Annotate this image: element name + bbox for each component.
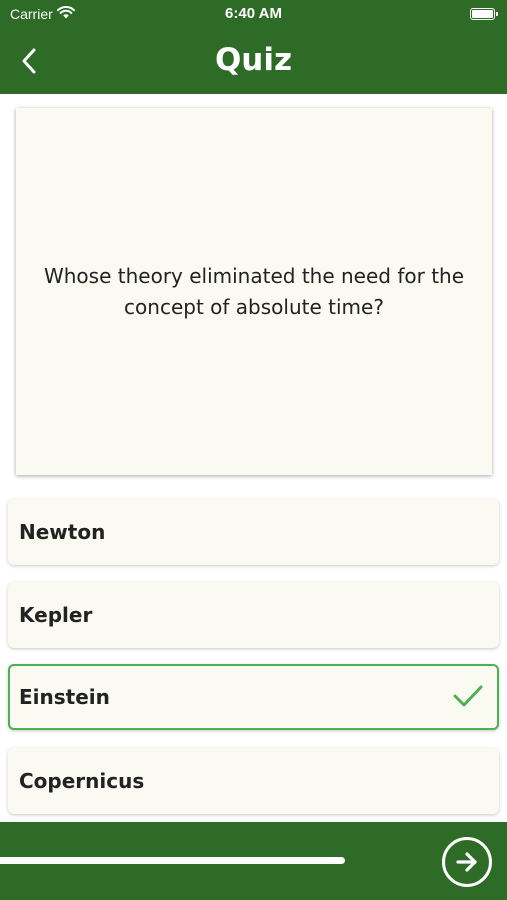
question-text: Whose theory eliminated the need for the… xyxy=(43,263,465,319)
page-title: Quiz xyxy=(214,42,293,78)
checkmark-icon xyxy=(453,684,483,712)
answer-option-label: Newton xyxy=(19,520,106,544)
status-time: 6:40 AM xyxy=(225,5,282,22)
answer-option-einstein[interactable]: Einstein xyxy=(8,664,499,730)
answer-option-label: Kepler xyxy=(19,603,93,627)
quiz-progress-bar xyxy=(0,857,345,864)
navigation-bar: Quiz xyxy=(0,28,507,94)
question-card: Whose theory eliminated the need for the… xyxy=(16,108,492,475)
battery-icon xyxy=(470,8,498,20)
arrow-right-icon xyxy=(456,852,477,872)
next-button[interactable] xyxy=(442,837,492,887)
status-bar: Carrier 6:40 AM xyxy=(0,0,507,28)
bottom-bar xyxy=(0,822,507,900)
answer-option-label: Copernicus xyxy=(19,769,145,793)
answer-option-copernicus[interactable]: Copernicus xyxy=(8,748,499,814)
answer-option-label: Einstein xyxy=(19,685,110,709)
answer-option-newton[interactable]: Newton xyxy=(8,499,499,565)
battery-level xyxy=(472,10,493,18)
answer-option-kepler[interactable]: Kepler xyxy=(8,582,499,648)
